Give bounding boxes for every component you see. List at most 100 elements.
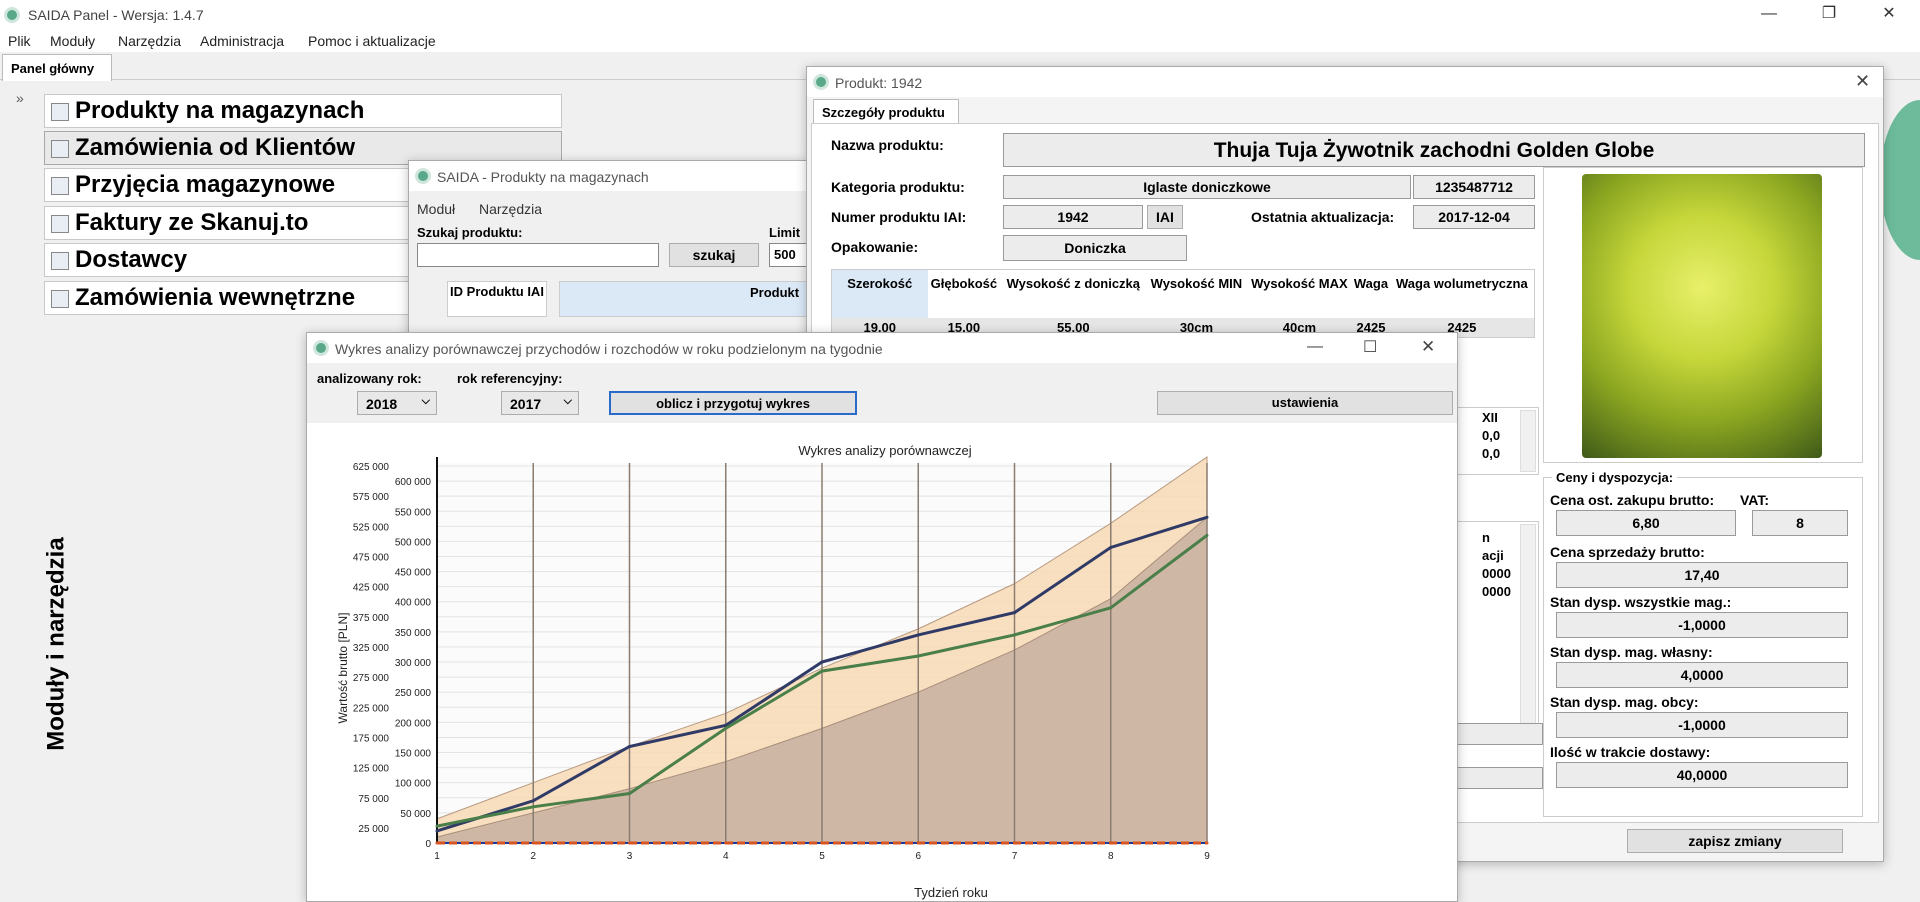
collapse-chevron-icon[interactable]: » <box>16 90 24 106</box>
dims-header[interactable]: Wysokość MAX <box>1247 270 1353 318</box>
tab-panel-glowny[interactable]: Panel główny <box>2 54 112 81</box>
series-3-point <box>724 841 728 845</box>
app-title: SAIDA Panel - Wersja: 1.4.7 <box>28 7 204 23</box>
restore-icon[interactable]: ❐ <box>1806 0 1852 30</box>
sale-price-field[interactable]: 17,40 <box>1556 562 1848 588</box>
save-button[interactable]: zapisz zmiany <box>1627 829 1843 853</box>
product-image-frame <box>1543 167 1863 463</box>
dims-header[interactable]: Wysokość z doniczką <box>1000 270 1146 318</box>
series-3-point <box>435 841 439 845</box>
series-2-point <box>724 726 728 730</box>
minimize-icon[interactable]: — <box>1307 338 1323 356</box>
y-tick-label-alt: 325 000 <box>353 643 390 654</box>
products-window: SAIDA - Produkty na magazynach Moduł Nar… <box>408 160 809 340</box>
series-1-point <box>820 660 824 664</box>
iai-button[interactable]: IAI <box>1147 205 1183 229</box>
menu-plik[interactable]: Plik <box>8 33 31 49</box>
category-field[interactable]: Iglaste doniczkowe <box>1003 175 1411 199</box>
y-tick-label: 350 000 <box>395 628 432 639</box>
close-icon[interactable]: ✕ <box>1866 0 1912 30</box>
tools-icon <box>51 177 69 195</box>
limit-label: Limit <box>769 225 801 240</box>
app-titlebar: SAIDA Panel - Wersja: 1.4.7 — ❐ ✕ <box>0 0 1920 30</box>
year-select[interactable]: 2018 ⌵ <box>357 391 437 415</box>
series-2-point <box>1109 606 1113 610</box>
table-header-product[interactable]: Produkt <box>559 281 809 317</box>
app-logo-icon <box>813 74 829 90</box>
y-tick-label-alt: 75 000 <box>358 794 389 805</box>
product-name-field[interactable]: Thuja Tuja Żywotnik zachodni Golden Glob… <box>1003 133 1865 167</box>
search-button[interactable]: szukaj <box>669 243 759 267</box>
x-tick-label: 8 <box>1108 851 1114 862</box>
maximize-icon[interactable]: ☐ <box>1363 337 1377 357</box>
series-2-point <box>916 654 920 658</box>
dims-header[interactable]: Wysokość MIN <box>1146 270 1246 318</box>
x-tick-label: 6 <box>915 851 921 862</box>
close-icon[interactable]: ✕ <box>1421 337 1435 357</box>
menu-moduly[interactable]: Moduły <box>50 33 95 49</box>
ref-year-select[interactable]: 2017 ⌵ <box>501 391 579 415</box>
chart-title: Wykres analizy porównawczej <box>798 443 971 458</box>
products-window-titlebar: SAIDA - Produkty na magazynach <box>409 161 807 191</box>
y-tick-label-alt: 625 000 <box>353 462 390 473</box>
series-1-point <box>435 829 439 833</box>
module-produkty[interactable]: Produkty na magazynach <box>44 94 562 128</box>
update-date-field[interactable]: 2017-12-04 <box>1413 205 1535 229</box>
series-3-point <box>1013 841 1016 845</box>
truck-icon <box>51 252 69 270</box>
in-delivery-field[interactable]: 40,0000 <box>1556 762 1848 788</box>
x-axis-label: Tydzień roku <box>914 885 988 900</box>
y-tick-label: 0 <box>425 839 431 850</box>
chevron-down-icon: ⌵ <box>563 395 572 407</box>
sale-label: Cena sprzedaży brutto: <box>1550 544 1705 560</box>
settings-button[interactable]: ustawienia <box>1157 391 1453 415</box>
series-3-point <box>916 841 920 845</box>
iai-label: Numer produktu IAI: <box>831 209 967 225</box>
products-menu-modul[interactable]: Moduł <box>417 201 455 217</box>
stock-all-label: Stan dysp. wszystkie mag.: <box>1550 594 1732 610</box>
dims-header[interactable]: Waga <box>1352 270 1389 318</box>
limit-input[interactable]: 500 <box>769 243 809 267</box>
y-tick-label: 150 000 <box>395 749 432 760</box>
dims-header[interactable]: Głębokość <box>928 270 1001 318</box>
tab-szczegoly[interactable]: Szczegóły produktu <box>813 99 959 123</box>
menu-pomoc[interactable]: Pomoc i aktualizacje <box>308 33 436 49</box>
y-tick-label: 450 000 <box>395 568 432 579</box>
products-menu-narzedzia[interactable]: Narzędzia <box>479 201 542 217</box>
stock-all-field[interactable]: -1,0000 <box>1556 612 1848 638</box>
search-input[interactable] <box>417 243 659 267</box>
module-label: Faktury ze Skanuj.to <box>75 209 309 236</box>
series-2-point <box>820 669 824 673</box>
series-3-point <box>820 841 824 845</box>
app-logo-icon <box>415 168 431 184</box>
chevron-down-icon: ⌵ <box>421 395 430 407</box>
y-tick-label: 500 000 <box>395 537 432 548</box>
purchase-price-field[interactable]: 6,80 <box>1556 510 1736 536</box>
field-partial[interactable] <box>1457 767 1543 789</box>
menu-administracja[interactable]: Administracja <box>200 33 284 49</box>
minimize-icon[interactable]: — <box>1746 0 1792 30</box>
scrollbar[interactable] <box>1520 410 1536 472</box>
iai-number-field[interactable]: 1942 <box>1003 205 1143 229</box>
stock-own-field[interactable]: 4,0000 <box>1556 662 1848 688</box>
stock-ext-field[interactable]: -1,0000 <box>1556 712 1848 738</box>
calculate-chart-button[interactable]: oblicz i przygotuj wykres <box>609 391 857 415</box>
table-header-id[interactable]: ID Produktu IAI <box>447 281 547 317</box>
chart-window-title: Wykres analizy porównawczej przychodów i… <box>335 341 883 357</box>
close-icon[interactable]: ✕ <box>1855 71 1870 92</box>
prices-label: Ceny i dyspozycja: <box>1552 470 1678 485</box>
dims-header[interactable]: Waga wolumetryczna <box>1390 270 1535 318</box>
y-tick-label-alt: 375 000 <box>353 613 390 624</box>
series-1-point <box>1013 611 1016 615</box>
vat-field[interactable]: 8 <box>1752 510 1848 536</box>
comparison-chart: Wykres analizy porównawczej Tydzień roku… <box>336 443 1210 900</box>
field-partial[interactable] <box>1457 723 1543 745</box>
category-code-field[interactable]: 1235487712 <box>1413 175 1535 199</box>
name-label: Nazwa produktu: <box>831 137 944 153</box>
list-icon <box>51 103 69 121</box>
clipboard-icon <box>51 290 69 308</box>
dims-header[interactable]: Szerokość <box>831 269 928 318</box>
packaging-field[interactable]: Doniczka <box>1003 235 1187 261</box>
scrollbar[interactable] <box>1520 524 1536 740</box>
menu-narzedzia[interactable]: Narzędzia <box>118 33 181 49</box>
